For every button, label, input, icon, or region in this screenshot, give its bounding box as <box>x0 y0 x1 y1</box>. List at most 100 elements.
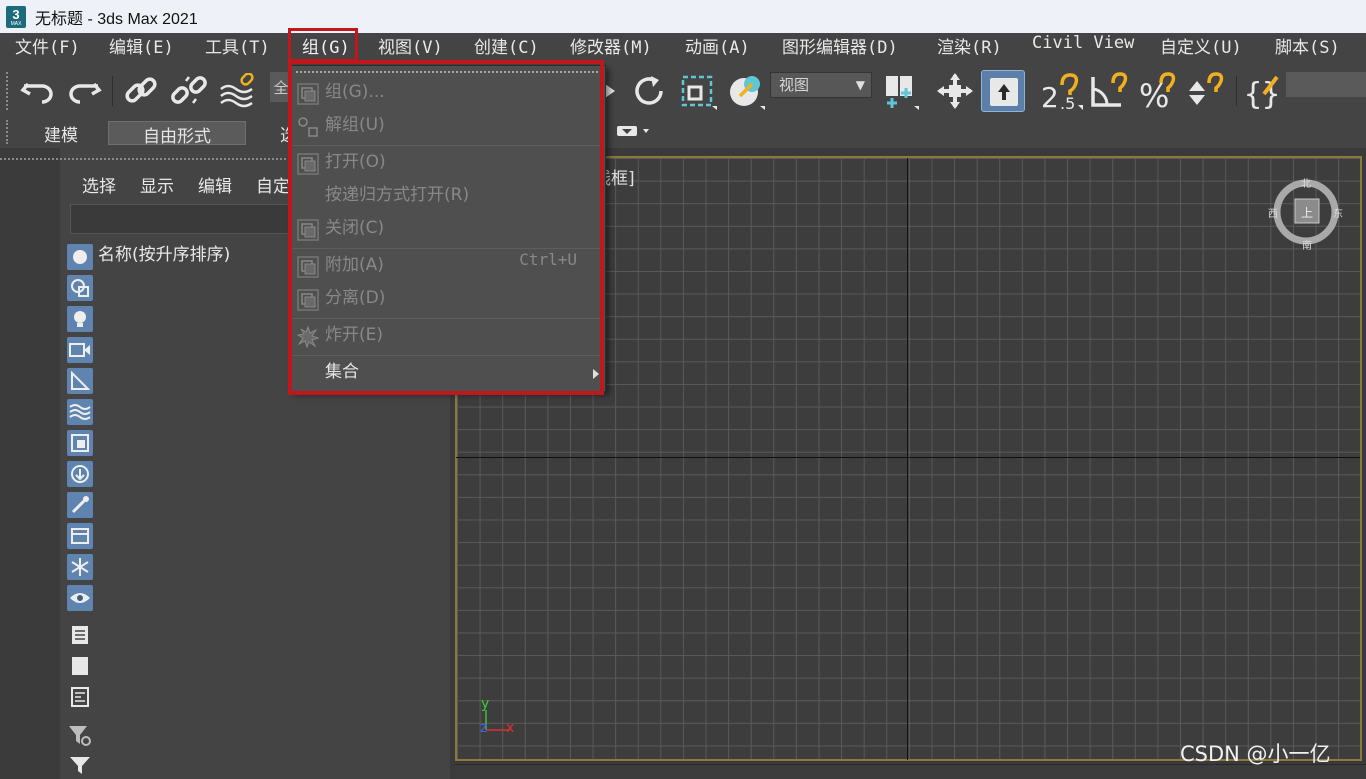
named-selection-field[interactable] <box>1286 72 1366 97</box>
menu-tools[interactable]: 工具(T) <box>205 33 270 62</box>
axis-tripod: y z x <box>476 696 526 742</box>
light-filter-icon[interactable] <box>67 306 93 332</box>
menu-animation[interactable]: 动画(A) <box>685 33 750 62</box>
viewcube[interactable]: 北 南 西 东 上 <box>1268 175 1343 252</box>
ribbon-options-icon[interactable] <box>612 120 652 142</box>
left-dock-strip <box>0 148 60 779</box>
toolbar-separator <box>1236 76 1237 106</box>
menu-graph-editors[interactable]: 图形编辑器(D) <box>782 33 898 62</box>
tab-select[interactable]: 选择 <box>82 172 116 197</box>
selection-filter-dropdown[interactable]: 全 <box>270 72 292 102</box>
menu-bar: 文件(F) 编辑(E) 工具(T) 组(G) 视图(V) 创建(C) 修改器(M… <box>0 33 1366 62</box>
menu-item-assembly[interactable]: 集合 <box>292 357 605 390</box>
link-icon[interactable] <box>120 72 164 110</box>
menu-create[interactable]: 创建(C) <box>474 33 539 62</box>
menu-views[interactable]: 视图(V) <box>378 33 443 62</box>
helper-filter-icon[interactable] <box>67 368 93 394</box>
redo-icon[interactable] <box>64 72 104 110</box>
move-icon[interactable] <box>935 72 975 110</box>
menu-item-close[interactable]: 关闭(C) <box>292 213 605 246</box>
unlink-icon[interactable] <box>168 72 212 110</box>
viewcube-east[interactable]: 东 <box>1333 205 1343 220</box>
hidden-filter-icon[interactable] <box>67 585 93 611</box>
grid-y-axis <box>907 158 908 760</box>
filter-icon[interactable] <box>67 752 93 778</box>
list-none-icon[interactable] <box>67 653 93 679</box>
axis-y-label: y <box>481 696 490 712</box>
viewcube-north[interactable]: 北 <box>1301 175 1311 190</box>
scene-filter-toolbar <box>64 240 96 779</box>
menu-separator <box>292 248 605 249</box>
menu-separator <box>292 145 605 146</box>
bone-filter-icon[interactable] <box>67 492 93 518</box>
menu-rendering[interactable]: 渲染(R) <box>937 33 1002 62</box>
name-column-header[interactable]: 名称(按升序排序) <box>98 240 308 265</box>
camera-filter-icon[interactable] <box>67 337 93 363</box>
group-filter-icon[interactable] <box>67 430 93 456</box>
menu-edit[interactable]: 编辑(E) <box>109 33 174 62</box>
scale-icon[interactable] <box>676 72 720 110</box>
menu-tearoff[interactable] <box>296 71 598 74</box>
viewcube-top-face[interactable]: 上 <box>1301 204 1313 221</box>
undo-icon[interactable] <box>18 72 58 110</box>
xref-filter-icon[interactable] <box>67 461 93 487</box>
ribbon-grip[interactable] <box>6 120 9 144</box>
svg-text:.5: .5 <box>1060 94 1075 111</box>
toolbar-separator <box>112 76 113 106</box>
title-bar: 3 MAX 无标题 - 3ds Max 2021 <box>0 0 1366 33</box>
menu-item-open-recursively[interactable]: 按递归方式打开(R) <box>292 180 605 213</box>
use-pivot-icon[interactable] <box>878 72 922 110</box>
grid-x-axis <box>456 457 1360 458</box>
viewcube-west[interactable]: 西 <box>1268 205 1278 220</box>
menu-item-attach[interactable]: 附加(A) Ctrl+U <box>292 250 605 283</box>
attach-icon <box>297 256 319 278</box>
menu-file[interactable]: 文件(F) <box>15 33 80 62</box>
toolbar-grip[interactable] <box>6 72 10 110</box>
reference-coordinate-select[interactable]: 视图 ▼ <box>770 72 872 98</box>
list-all-icon[interactable] <box>67 622 93 648</box>
watermark: CSDN @小一亿 <box>1180 742 1331 766</box>
close-group-icon <box>297 219 319 241</box>
shape-filter-icon[interactable] <box>67 275 93 301</box>
detach-icon <box>297 289 319 311</box>
menu-civil-view[interactable]: Civil View <box>1032 33 1134 62</box>
ribbon-tab-freeform[interactable]: 自由形式 <box>108 121 246 147</box>
filter-settings-icon[interactable] <box>67 722 93 748</box>
tab-customize[interactable]: 自定 <box>256 172 290 197</box>
tab-edit[interactable]: 编辑 <box>198 172 232 197</box>
bind-space-warp-icon[interactable] <box>216 72 260 110</box>
menu-item-ungroup[interactable]: 解组(U) <box>292 110 605 143</box>
ribbon-bar: 建模 自由形式 选 <box>0 116 1366 148</box>
tab-display[interactable]: 显示 <box>140 172 174 197</box>
percent-snap-icon[interactable]: % <box>1136 72 1180 111</box>
spinner-snap-icon[interactable] <box>1184 72 1228 110</box>
snap-2-5-icon[interactable]: 2.5 <box>1040 72 1084 111</box>
menu-separator <box>292 355 605 356</box>
named-selection-icon[interactable]: {} <box>1242 72 1282 110</box>
viewcube-south[interactable]: 南 <box>1302 237 1312 252</box>
scene-search-input[interactable] <box>70 204 300 234</box>
ribbon-tab-modeling[interactable]: 建模 <box>16 121 106 146</box>
submenu-arrow-icon <box>593 369 599 379</box>
window-title: 无标题 - 3ds Max 2021 <box>35 10 198 28</box>
menu-item-explode[interactable]: 炸开(E) <box>292 320 605 353</box>
container-filter-icon[interactable] <box>67 523 93 549</box>
menu-item-detach[interactable]: 分离(D) <box>292 283 605 316</box>
frozen-filter-icon[interactable] <box>67 554 93 580</box>
open-group-icon <box>297 153 319 175</box>
ungroup-icon <box>297 116 319 138</box>
rotate-icon[interactable] <box>628 72 670 110</box>
menu-item-group[interactable]: 组(G)... <box>292 77 605 110</box>
placement-icon[interactable] <box>724 72 768 110</box>
select-manipulate-button[interactable] <box>981 70 1025 112</box>
sphere-filter-icon[interactable] <box>67 244 93 270</box>
angle-snap-icon[interactable] <box>1088 72 1132 110</box>
list-invert-icon[interactable] <box>67 684 93 710</box>
menu-modifiers[interactable]: 修改器(M) <box>570 33 652 62</box>
axis-z-label: z <box>480 720 488 736</box>
menu-customize[interactable]: 自定义(U) <box>1160 33 1242 62</box>
menu-shortcut: Ctrl+U <box>519 250 577 269</box>
menu-scripting[interactable]: 脚本(S) <box>1275 33 1340 62</box>
menu-item-open[interactable]: 打开(O) <box>292 147 605 180</box>
spacewarp-filter-icon[interactable] <box>67 399 93 425</box>
